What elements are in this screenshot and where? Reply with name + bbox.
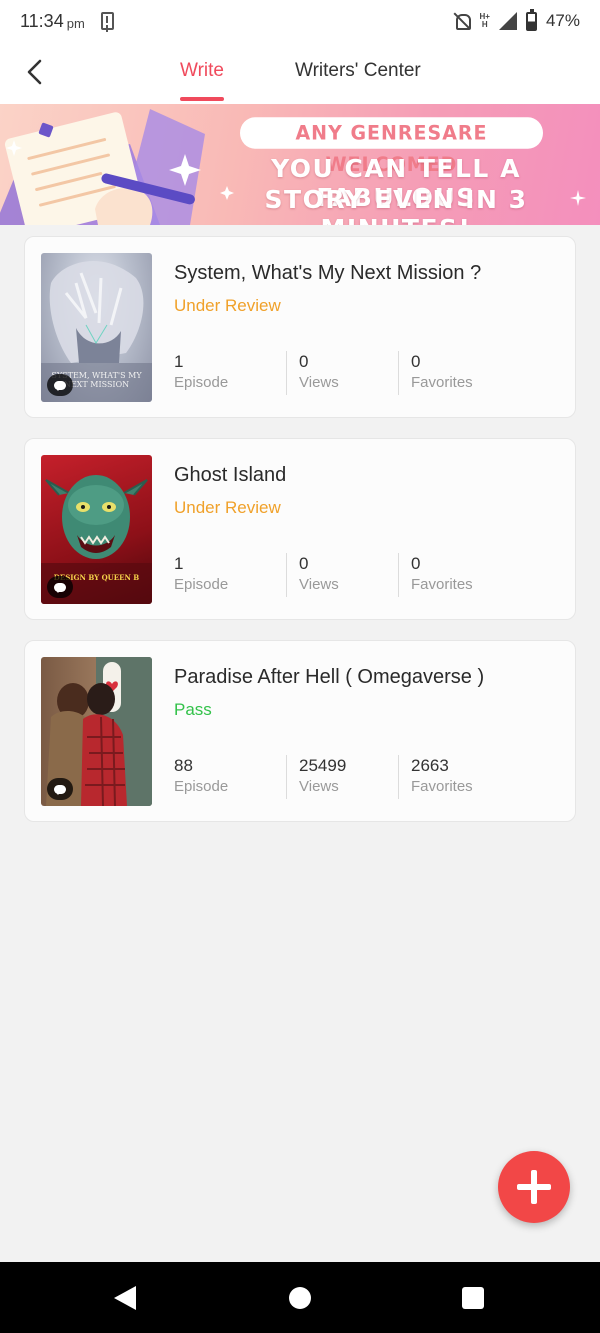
story-cover — [41, 657, 152, 806]
stat-value: 2663 — [411, 756, 449, 775]
tab-write[interactable]: Write — [180, 60, 224, 82]
stat-label: Favorites — [411, 778, 473, 795]
status-icons: H+ H 47% — [453, 8, 580, 31]
nav-back-icon[interactable] — [114, 1286, 136, 1310]
plus-icon — [517, 1170, 551, 1204]
stat-value: 0 — [411, 352, 421, 371]
stat-label: Favorites — [411, 374, 473, 391]
stat-views: 0 Views — [286, 553, 398, 597]
back-button[interactable] — [18, 56, 50, 88]
comment-icon — [47, 778, 73, 800]
story-stats: 1 Episode 0 Views 0 Favorites — [174, 553, 510, 597]
status-bar: 11:34 pm H+ H 47% — [0, 0, 600, 42]
comment-icon — [47, 576, 73, 598]
status-time: 11:34 — [20, 10, 64, 31]
story-card[interactable]: SYSTEM, WHAT'S MY NEXT MISSION System, W… — [24, 236, 576, 418]
stat-value: 1 — [174, 352, 184, 371]
stat-views: 25499 Views — [286, 755, 398, 799]
system-nav-bar — [0, 1262, 600, 1333]
stat-value: 88 — [174, 756, 193, 775]
banner-headline-line2: STORY EVEN IN 3 MINUTES! — [264, 185, 528, 225]
battery-icon — [525, 8, 537, 31]
stat-value: 0 — [299, 554, 309, 573]
story-title: Paradise After Hell ( Omegaverse ) — [174, 666, 485, 688]
story-card[interactable]: Paradise After Hell ( Omegaverse ) Pass … — [24, 640, 576, 822]
stat-favorites: 0 Favorites — [398, 351, 510, 395]
stat-favorites: 0 Favorites — [398, 553, 510, 597]
stat-label: Episode — [174, 778, 229, 795]
comment-icon — [47, 374, 73, 396]
story-status: Under Review — [174, 296, 281, 315]
alert-icon — [100, 12, 114, 30]
stat-episodes: 1 Episode — [174, 351, 286, 395]
story-status: Under Review — [174, 498, 281, 517]
signal-icon — [498, 12, 517, 30]
tab-writers-center[interactable]: Writers' Center — [295, 60, 421, 82]
active-tab-indicator — [180, 97, 224, 101]
battery-percent: 47% — [545, 11, 580, 30]
nav-recents-icon[interactable] — [462, 1287, 484, 1309]
stat-label: Views — [299, 374, 339, 391]
promo-banner[interactable]: ANY GENRESARE WELCOMED YOU CAN TELL A FA… — [0, 104, 600, 225]
stat-value: 1 — [174, 554, 184, 573]
chevron-left-icon — [27, 59, 42, 85]
story-title: Ghost Island — [174, 464, 287, 486]
story-stats: 88 Episode 25499 Views 2663 Favorites — [174, 755, 510, 799]
stat-value: 0 — [299, 352, 309, 371]
stat-label: Episode — [174, 374, 229, 391]
add-story-button[interactable] — [498, 1151, 570, 1223]
stat-views: 0 Views — [286, 351, 398, 395]
stat-label: Favorites — [411, 576, 473, 593]
story-cover: SYSTEM, WHAT'S MY NEXT MISSION — [41, 253, 152, 402]
story-stats: 1 Episode 0 Views 0 Favorites — [174, 351, 510, 395]
stat-label: Views — [299, 576, 339, 593]
story-cover: DESIGN BY QUEEN B — [41, 455, 152, 604]
top-app-bar: Write Writers' Center — [0, 42, 600, 104]
nav-home-icon[interactable] — [289, 1287, 311, 1309]
bell-off-icon — [453, 12, 471, 30]
status-ampm: pm — [66, 15, 85, 31]
stat-episodes: 1 Episode — [174, 553, 286, 597]
story-list: SYSTEM, WHAT'S MY NEXT MISSION System, W… — [24, 236, 576, 842]
banner-illustration — [0, 109, 234, 225]
stat-value: 0 — [411, 554, 421, 573]
stat-value: 25499 — [299, 756, 347, 775]
stat-label: Views — [299, 778, 339, 795]
story-card[interactable]: DESIGN BY QUEEN B Ghost Island Under Rev… — [24, 438, 576, 620]
stat-label: Episode — [174, 576, 229, 593]
sparkle-icon — [570, 190, 586, 206]
story-title: System, What's My Next Mission ? — [174, 262, 482, 284]
banner-tagline: ANY GENRESARE WELCOMED — [240, 117, 543, 176]
stat-favorites: 2663 Favorites — [398, 755, 510, 799]
story-status: Pass — [174, 700, 212, 719]
stat-episodes: 88 Episode — [174, 755, 286, 799]
network-type: H+ H — [479, 12, 490, 29]
